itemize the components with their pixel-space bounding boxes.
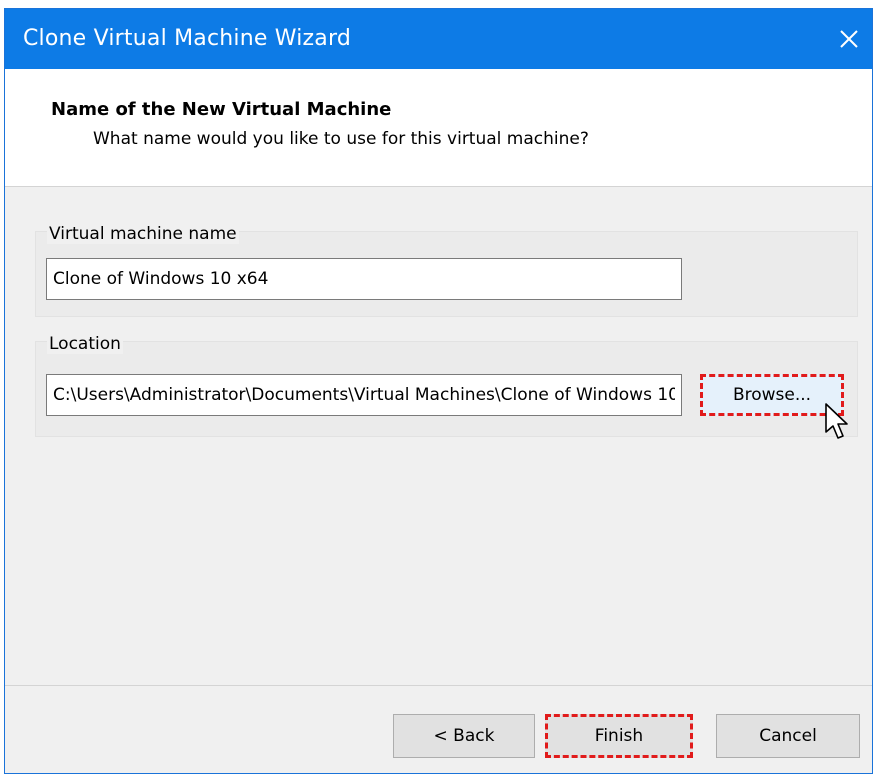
cancel-button[interactable]: Cancel (716, 714, 860, 758)
vm-name-label: Virtual machine name (47, 224, 239, 244)
back-button[interactable]: < Back (393, 714, 535, 758)
title-bar: Clone Virtual Machine Wizard (5, 9, 872, 69)
location-label: Location (47, 334, 123, 354)
clone-wizard-window: Clone Virtual Machine Wizard Name of the… (4, 8, 873, 774)
location-group: Location Browse... (35, 334, 858, 437)
wizard-header: Name of the New Virtual Machine What nam… (5, 69, 872, 187)
finish-button[interactable]: Finish (545, 714, 693, 758)
close-icon (840, 30, 858, 48)
page-subtitle: What name would you like to use for this… (93, 129, 589, 149)
location-input[interactable] (46, 374, 682, 416)
vm-name-input[interactable] (46, 258, 682, 300)
vm-name-group: Virtual machine name (35, 224, 858, 317)
page-title: Name of the New Virtual Machine (51, 99, 392, 120)
footer-divider (5, 685, 872, 686)
browse-button[interactable]: Browse... (700, 374, 844, 416)
window-title: Clone Virtual Machine Wizard (23, 26, 352, 51)
close-button[interactable] (826, 9, 872, 69)
